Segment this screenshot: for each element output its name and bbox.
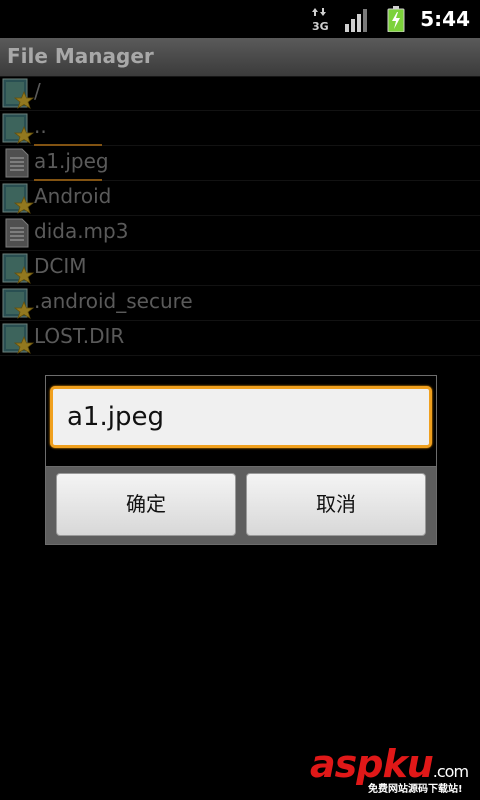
app-title: File Manager [7, 44, 154, 68]
filename-input[interactable]: a1.jpeg [50, 386, 432, 448]
battery-charging-icon [387, 6, 405, 32]
cancel-button[interactable]: 取消 [246, 473, 426, 536]
status-time: 5:44 [420, 7, 470, 31]
rename-dialog: a1.jpeg 确定 取消 [45, 375, 437, 545]
ok-button[interactable]: 确定 [56, 473, 236, 536]
watermark-tagline: 免费网站源码下载站! [368, 784, 463, 795]
filename-input-value: a1.jpeg [67, 402, 164, 432]
status-bar: 3G 5:44 [0, 0, 480, 38]
watermark-logo-suffix: .com [432, 762, 469, 781]
signal-strength-icon [345, 9, 367, 32]
dialog-content: a1.jpeg [46, 376, 436, 466]
3g-data-icon: 3G [312, 8, 328, 32]
svg-text:3G: 3G [312, 20, 328, 32]
dialog-button-bar: 确定 取消 [46, 467, 436, 544]
android-screen: 3G 5:44 File Manager / .. a1.jpeg Androi… [0, 0, 480, 800]
app-title-bar: File Manager [0, 38, 480, 77]
aspku-watermark: aspku.com 免费网站源码下载站! [310, 742, 476, 798]
